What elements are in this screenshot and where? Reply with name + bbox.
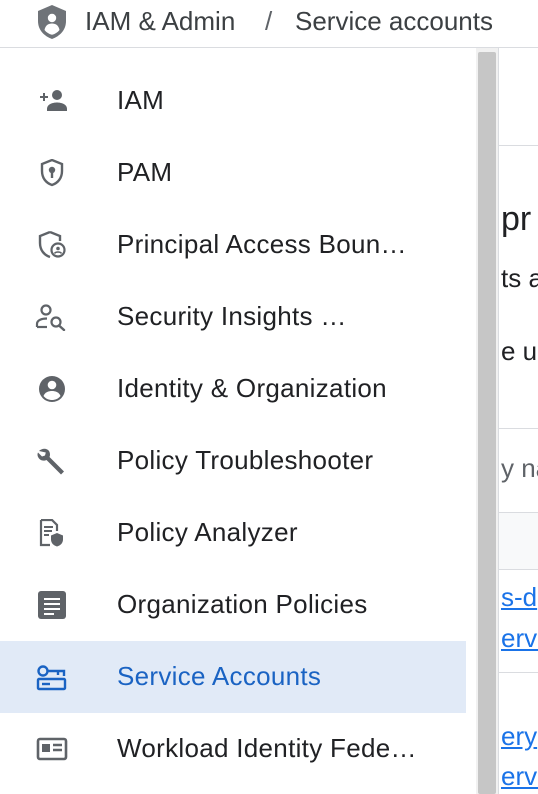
sidebar-item-label: Policy Analyzer (117, 517, 298, 547)
page-heading-fragment: pr (501, 200, 532, 238)
content-divider (499, 145, 538, 146)
main-content-peek: pr ts a e u y na s-d ervic ery ervic (499, 48, 538, 794)
sidebar-item-label: Organization Policies (117, 589, 368, 619)
table-row-link[interactable]: s-d (501, 581, 537, 613)
breadcrumb-product[interactable]: IAM & Admin (85, 5, 235, 37)
sidebar-item-label: Principal Access Boun… (117, 229, 407, 259)
content-divider (499, 428, 538, 429)
table-header (499, 512, 538, 570)
sidebar-item-label: Security Insights … (117, 301, 347, 331)
sidebar-item-label: Service Accounts (117, 661, 322, 691)
sidebar-scrollbar-thumb[interactable] (478, 52, 496, 794)
sidebar-nav: IAM PAM Principal Access Boun… Security … (0, 48, 466, 794)
sidebar-item-workload-identity-federation[interactable]: Workload Identity Fede… (0, 713, 466, 785)
sidebar-item-label: Identity & Organization (117, 373, 387, 403)
breadcrumb-page: Service accounts (295, 6, 493, 36)
list-document-icon (34, 591, 70, 619)
description-fragment-2: e u (501, 336, 538, 366)
sidebar-item-label: PAM (117, 157, 173, 187)
sidebar-item-security-insights[interactable]: Security Insights … (0, 281, 466, 353)
sidebar-item-iam[interactable]: IAM (0, 65, 466, 137)
shield-person-icon (34, 231, 70, 259)
iam-shield-logo-icon[interactable] (34, 3, 70, 41)
sidebar-item-pam[interactable]: PAM (0, 137, 466, 209)
top-bar: IAM & Admin / Service accounts (0, 0, 538, 48)
table-row-link[interactable]: ery (501, 720, 537, 752)
document-shield-icon (34, 519, 70, 547)
sidebar-item-policy-analyzer[interactable]: Policy Analyzer (0, 497, 466, 569)
wrench-icon (34, 447, 70, 475)
service-account-key-icon (34, 663, 70, 691)
breadcrumb-separator: / (265, 6, 273, 36)
sidebar-item-organization-policies[interactable]: Organization Policies (0, 569, 466, 641)
sidebar-item-service-accounts[interactable]: Service Accounts (0, 641, 466, 713)
sidebar-item-label: IAM (117, 85, 165, 115)
id-card-icon (34, 735, 70, 763)
person-search-icon (34, 303, 70, 331)
shield-lock-icon (34, 159, 70, 187)
description-fragment-1: ts a (501, 263, 538, 293)
account-circle-icon (34, 375, 70, 403)
table-row-link[interactable]: ervic (501, 622, 538, 654)
sidebar-item-identity-organization[interactable]: Identity & Organization (0, 353, 466, 425)
table-row-link[interactable]: ervic (501, 760, 538, 792)
table-row-divider (499, 672, 538, 673)
sidebar-item-label: Policy Troubleshooter (117, 445, 374, 475)
sidebar-item-principal-access-boundary[interactable]: Principal Access Boun… (0, 209, 466, 281)
filter-input-fragment[interactable]: y na (501, 452, 538, 484)
sidebar-item-label: Workload Identity Fede… (117, 733, 417, 763)
person-add-icon (34, 87, 70, 115)
sidebar-item-policy-troubleshooter[interactable]: Policy Troubleshooter (0, 425, 466, 497)
